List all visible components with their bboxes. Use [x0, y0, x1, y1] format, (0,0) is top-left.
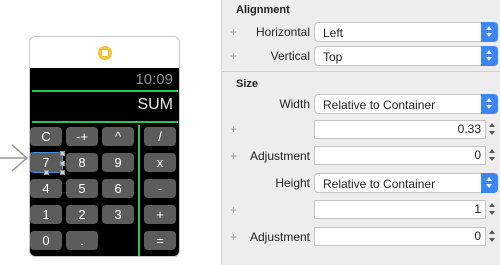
key-1[interactable]: 1: [30, 205, 62, 224]
watch-screen: 10:09 SUM C -+ ^ / 7 8 9 x 4 5 6 - 1 2 3…: [30, 68, 179, 256]
height-label: Height: [275, 176, 310, 190]
controller-header: [30, 37, 179, 68]
entry-point-arrow-icon: [0, 144, 29, 172]
add-variation-icon[interactable]: +: [230, 25, 237, 39]
operator-column-divider: [138, 125, 140, 256]
chevron-updown-icon[interactable]: [481, 94, 498, 114]
horizontal-label: Horizontal: [255, 25, 310, 39]
selection-handle[interactable]: [60, 170, 65, 175]
separator-line-top: [32, 90, 178, 92]
add-variation-icon[interactable]: +: [230, 149, 237, 163]
width-label: Width: [279, 97, 310, 111]
selection-handle[interactable]: [60, 151, 65, 156]
separator-line-bottom: [32, 121, 178, 123]
width-mode-select[interactable]: Relative to Container: [314, 94, 498, 114]
selection-handle[interactable]: [44, 170, 49, 175]
key-4[interactable]: 4: [30, 179, 62, 198]
vertical-alignment-value: Top: [323, 50, 343, 64]
section-divider: [222, 71, 500, 72]
horizontal-alignment-value: Left: [323, 26, 344, 40]
key-5[interactable]: 5: [66, 179, 98, 198]
key-3[interactable]: 3: [102, 205, 134, 224]
alignment-section-title: Alignment: [236, 4, 290, 16]
time-label: 10:09: [135, 71, 173, 88]
key-decimal[interactable]: .: [66, 231, 98, 250]
height-mode-select[interactable]: Relative to Container: [314, 173, 498, 193]
width-adjustment-label: Adjustment: [249, 149, 310, 163]
width-multiplier-field[interactable]: 0.33: [314, 120, 486, 139]
key-power[interactable]: ^: [102, 127, 134, 146]
key-subtract[interactable]: -: [144, 179, 176, 198]
key-multiply[interactable]: x: [144, 153, 176, 172]
width-adjustment-stepper[interactable]: [488, 146, 498, 165]
interface-controller-icon: [98, 46, 112, 60]
key-2[interactable]: 2: [66, 205, 98, 224]
key-8[interactable]: 8: [66, 153, 98, 172]
key-9[interactable]: 9: [102, 153, 134, 172]
chevron-updown-icon[interactable]: [481, 173, 498, 193]
key-0[interactable]: 0: [30, 231, 62, 250]
add-variation-icon[interactable]: +: [230, 122, 237, 136]
height-adjustment-label: Adjustment: [249, 230, 310, 244]
attributes-inspector: Alignment + Horizontal Left + Vertical T…: [221, 0, 500, 265]
key-add[interactable]: +: [144, 205, 176, 224]
add-variation-icon[interactable]: +: [230, 49, 237, 63]
key-equals[interactable]: =: [144, 231, 176, 250]
selection-handle[interactable]: [60, 161, 65, 166]
height-multiplier-stepper[interactable]: [488, 200, 498, 219]
width-mode-value: Relative to Container: [323, 98, 436, 112]
key-negate[interactable]: -+: [66, 127, 98, 146]
height-adjustment-field[interactable]: 0: [314, 227, 486, 246]
add-variation-icon[interactable]: +: [230, 230, 237, 244]
height-mode-value: Relative to Container: [323, 177, 436, 191]
vertical-alignment-select[interactable]: Top: [314, 46, 498, 66]
storyboard-canvas: 10:09 SUM C -+ ^ / 7 8 9 x 4 5 6 - 1 2 3…: [0, 0, 221, 265]
display-label[interactable]: SUM: [137, 96, 173, 114]
key-6[interactable]: 6: [102, 179, 134, 198]
key-clear[interactable]: C: [30, 127, 62, 146]
add-variation-icon[interactable]: +: [230, 203, 237, 217]
width-multiplier-stepper[interactable]: [488, 120, 498, 139]
width-adjustment-field[interactable]: 0: [314, 146, 486, 165]
key-divide[interactable]: /: [144, 127, 176, 146]
chevron-updown-icon[interactable]: [481, 46, 498, 66]
size-section-title: Size: [236, 78, 259, 90]
horizontal-alignment-select[interactable]: Left: [314, 22, 498, 42]
vertical-label: Vertical: [270, 49, 310, 63]
watch-interface-controller[interactable]: 10:09 SUM C -+ ^ / 7 8 9 x 4 5 6 - 1 2 3…: [29, 36, 180, 257]
chevron-updown-icon[interactable]: [481, 22, 498, 42]
height-adjustment-stepper[interactable]: [488, 227, 498, 246]
height-multiplier-field[interactable]: 1: [314, 200, 486, 219]
